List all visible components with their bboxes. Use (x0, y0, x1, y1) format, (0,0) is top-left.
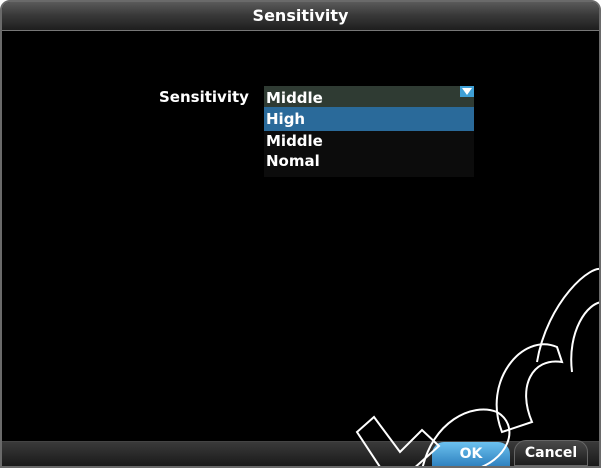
dropdown-selected-value: Middle (266, 89, 323, 107)
cancel-button[interactable]: Cancel (514, 440, 588, 466)
sensitivity-label: Sensitivity (159, 88, 249, 106)
ok-button[interactable]: OK (432, 442, 510, 466)
watermark-graphic (355, 268, 599, 466)
dropdown-option-high[interactable]: High (264, 107, 474, 131)
dropdown-option-nomal[interactable]: Nomal (264, 151, 474, 171)
sensitivity-dialog: Sensitivity Sensitivity Middle High Midd… (0, 0, 601, 468)
title-bar: Sensitivity (2, 2, 599, 31)
dropdown-option-middle[interactable]: Middle (264, 131, 474, 151)
chevron-down-icon[interactable] (460, 86, 474, 97)
sensitivity-dropdown[interactable]: Middle (264, 86, 474, 107)
dialog-title: Sensitivity (252, 6, 349, 25)
dialog-footer: OK Cancel (2, 440, 599, 466)
dropdown-options-list: High Middle Nomal (264, 107, 474, 177)
